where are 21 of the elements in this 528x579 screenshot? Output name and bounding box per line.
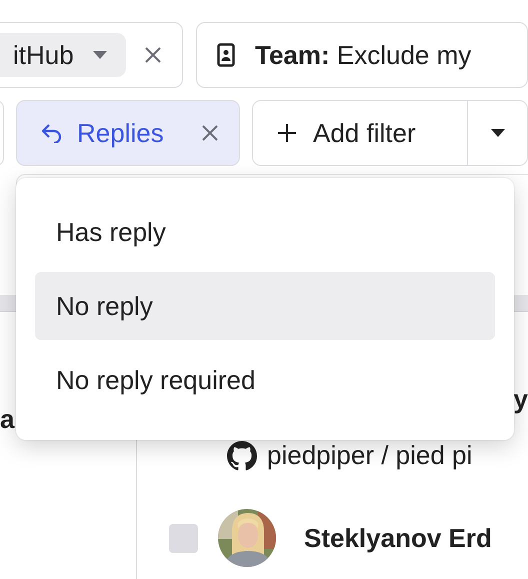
caret-icon xyxy=(490,128,506,138)
dropdown-toggle[interactable] xyxy=(467,101,527,165)
author-name: Steklyanov Erd xyxy=(304,522,492,554)
repo-name: piedpiper / pied pi xyxy=(267,440,472,471)
replies-filter-chip[interactable]: Replies xyxy=(16,100,240,166)
close-icon[interactable] xyxy=(144,46,162,64)
filter-label: Team: Exclude my xyxy=(255,40,472,70)
list-text: a xyxy=(0,404,14,434)
plus-icon xyxy=(277,123,297,143)
checkbox[interactable] xyxy=(169,524,198,552)
menu-item[interactable]: No reply required xyxy=(35,346,495,414)
close-icon[interactable] xyxy=(201,124,219,142)
badge-icon xyxy=(217,43,235,67)
reply-icon xyxy=(41,123,63,143)
source-dropdown[interactable]: itHub xyxy=(0,33,126,77)
item-title: y xyxy=(514,384,528,414)
filter-label: Replies xyxy=(77,118,164,148)
caret-icon xyxy=(92,50,108,60)
octocat-icon xyxy=(227,440,257,470)
menu-item[interactable]: No reply xyxy=(35,272,495,340)
menu-item[interactable]: Has reply xyxy=(35,198,495,266)
